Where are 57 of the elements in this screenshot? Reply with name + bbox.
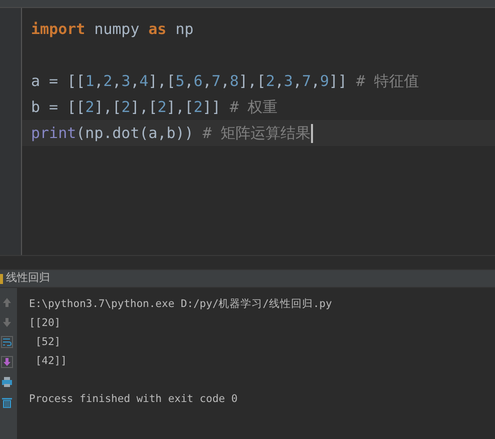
code-token: ,	[184, 70, 194, 92]
code-token: np	[174, 18, 194, 40]
code-token: 4	[139, 70, 148, 92]
code-token: (np.dot(a,b))	[76, 122, 195, 144]
code-token: ,	[274, 70, 284, 92]
code-token: 2	[103, 70, 112, 92]
code-token: as	[148, 18, 166, 40]
trash-icon[interactable]	[1, 396, 13, 408]
code-token: ],[	[130, 96, 158, 118]
code-token: numpy	[93, 18, 140, 40]
code-token: import	[31, 18, 86, 40]
code-token: 2	[85, 96, 94, 118]
code-token: ,	[94, 70, 104, 92]
scroll-down-icon[interactable]	[1, 356, 13, 368]
code-token: 8	[230, 70, 239, 92]
console-line: [[20]	[29, 317, 61, 329]
code-token: 2	[121, 96, 130, 118]
up-arrow-icon[interactable]	[1, 296, 13, 308]
code-token: 2	[194, 96, 203, 118]
code-token: ,	[220, 70, 230, 92]
code-token: 9	[320, 70, 330, 92]
code-token: 2	[157, 96, 166, 118]
tab-marker-icon	[0, 274, 3, 284]
code-token: ]]	[329, 70, 348, 92]
code-token: 5	[176, 70, 185, 92]
code-token: # 权重	[230, 96, 278, 118]
text-cursor	[310, 124, 313, 142]
wrap-icon[interactable]	[1, 336, 13, 348]
console-line: E:\python3.7\python.exe D:/py/机器学习/线性回归.py	[29, 298, 332, 310]
code-token: ,	[292, 70, 302, 92]
down-arrow-icon[interactable]	[1, 316, 13, 328]
code-token: ],[	[166, 96, 194, 118]
print-icon[interactable]	[1, 376, 13, 388]
code-token: 7	[302, 70, 311, 92]
code-token: ,	[310, 70, 320, 92]
code-token: # 特征值	[356, 70, 420, 92]
code-token: 3	[284, 70, 293, 92]
code-token: # 矩阵运算结果	[202, 122, 311, 144]
run-tab[interactable]: 线性回归	[3, 270, 50, 287]
code-token: ,	[202, 70, 212, 92]
code-token: 7	[212, 70, 221, 92]
code-token: ],[	[94, 96, 122, 118]
code-token: a = [[	[31, 70, 86, 92]
console-line: [52]	[34, 336, 61, 348]
code-token: ,	[130, 70, 140, 92]
console-line: [42]]	[34, 355, 67, 367]
code-token: print	[31, 122, 76, 144]
code-token: ],[	[238, 70, 266, 92]
code-token: 1	[85, 70, 94, 92]
exit-message: Process finished with exit code 0	[29, 393, 238, 405]
code-token: ,	[112, 70, 122, 92]
code-token: 3	[121, 70, 130, 92]
code-token: 6	[194, 70, 203, 92]
code-token: ],[	[148, 70, 176, 92]
code-token: b = [[	[31, 96, 86, 118]
code-token: 2	[266, 70, 275, 92]
code-token: ]]	[202, 96, 222, 118]
